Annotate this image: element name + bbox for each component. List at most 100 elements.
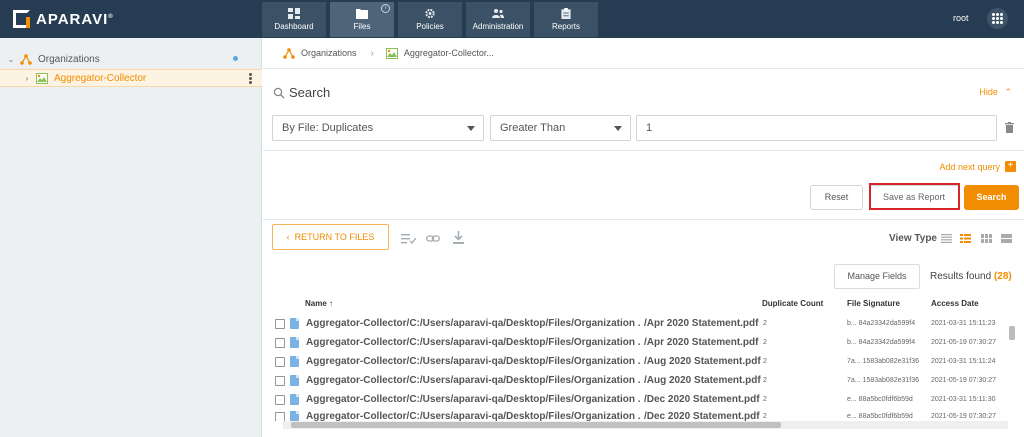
scrollbar-thumb[interactable] (291, 422, 781, 428)
sort-arrow-icon: ↑ (329, 299, 334, 308)
row-checkbox[interactable] (275, 319, 285, 329)
vertical-scrollbar[interactable] (1008, 320, 1016, 420)
hide-search-toggle[interactable]: Hide ⌃ (979, 87, 1012, 98)
chevron-down-icon[interactable]: ⌄ (6, 55, 16, 64)
access-date: 2021-03-31 15:11:30 (931, 396, 996, 403)
tab-policies-label: Policies (416, 22, 444, 31)
more-options-icon[interactable] (249, 73, 252, 84)
file-icon (290, 375, 299, 386)
info-icon[interactable]: i (381, 4, 390, 13)
app-launcher-button[interactable] (987, 8, 1008, 29)
detail-view-icon[interactable] (960, 234, 971, 243)
search-icon (273, 87, 285, 98)
file-signature: 7a... 1583ab082e31f36 (847, 377, 920, 384)
chevron-left-icon: ‹ (286, 232, 290, 242)
row-checkbox[interactable] (275, 412, 285, 421)
chevron-right-icon[interactable]: › (22, 74, 32, 83)
file-name[interactable]: /Apr 2020 Statement.pdf (640, 318, 759, 329)
column-name-label: Name (305, 299, 327, 308)
search-button[interactable]: Search (964, 185, 1019, 210)
current-user[interactable]: root (953, 13, 969, 23)
list-view-icon[interactable] (941, 234, 952, 243)
file-name[interactable]: /Dec 2020 Statement.pdf (640, 394, 760, 405)
operator-value: Greater Than (500, 122, 566, 134)
file-signature: b... 84a23342da599f4 (847, 320, 916, 327)
add-query-label: Add next query (939, 161, 1000, 172)
row-checkbox[interactable] (275, 357, 285, 367)
tab-files[interactable]: Files i (330, 2, 394, 37)
results-count: (28) (993, 271, 1012, 282)
select-list-icon[interactable] (401, 233, 417, 244)
reset-button[interactable]: Reset (810, 185, 863, 210)
duplicate-count: 2 (763, 320, 767, 327)
sidebar-item-aggregator-collector[interactable]: › Aggregator-Collector (0, 69, 262, 87)
tab-administration[interactable]: Administration (466, 2, 530, 37)
aparavi-logo[interactable]: APARAVI® (13, 9, 114, 29)
trash-icon[interactable] (1005, 122, 1014, 133)
column-header-file-signature[interactable]: File Signature (847, 299, 900, 308)
table-row[interactable]: Aggregator-Collector/C:/Users/aparavi-qa… (263, 333, 1008, 352)
sidebar-item-organizations[interactable]: ⌄ Organizations (0, 50, 262, 68)
add-next-query-button[interactable]: Add next query + (939, 161, 1016, 172)
caret-down-icon (614, 126, 622, 131)
tile-view-icon[interactable] (1001, 234, 1012, 243)
sidebar-item-label: Organizations (38, 53, 100, 65)
organization-icon (20, 53, 32, 65)
download-icon[interactable] (453, 231, 464, 244)
tab-dashboard[interactable]: Dashboard (262, 2, 326, 37)
tab-reports[interactable]: Reports (534, 2, 598, 37)
file-signature: e... 88a5bc0fdf6b59d (847, 413, 913, 420)
link-icon[interactable] (426, 233, 440, 244)
scrollbar-thumb[interactable] (1009, 326, 1015, 340)
table-row[interactable]: Aggregator-Collector/C:/Users/aparavi-qa… (263, 314, 1008, 333)
row-checkbox[interactable] (275, 376, 285, 386)
breadcrumb-aggregator-collector[interactable]: Aggregator-Collector... (404, 48, 494, 58)
file-name[interactable]: /Apr 2020 Statement.pdf (640, 337, 759, 348)
search-title: Search (289, 85, 331, 100)
file-name[interactable]: /Aug 2020 Statement.pdf (640, 356, 761, 367)
operator-select[interactable]: Greater Than (490, 115, 631, 141)
value-input[interactable]: 1 (636, 115, 997, 141)
collector-icon (36, 72, 48, 84)
file-name[interactable]: /Aug 2020 Statement.pdf (640, 375, 761, 386)
tab-dashboard-label: Dashboard (274, 22, 314, 31)
column-header-duplicate-count[interactable]: Duplicate Count (762, 299, 823, 308)
dashboard-icon (288, 8, 300, 19)
file-name[interactable]: /Dec 2020 Statement.pdf (640, 411, 760, 421)
access-date: 2021-03-31 15:11:23 (931, 320, 996, 327)
tab-policies[interactable]: Policies (398, 2, 462, 37)
main-content: Organizations › Aggregator-Collector... … (263, 38, 1024, 437)
table-row[interactable]: Aggregator-Collector/C:/Users/aparavi-qa… (263, 352, 1008, 371)
column-header-name[interactable]: Name ↑ (305, 299, 333, 308)
brand-trademark: ® (108, 13, 114, 20)
organization-icon (283, 47, 295, 59)
highlight-frame (869, 183, 960, 210)
status-dot-icon (233, 56, 238, 61)
sidebar-item-label: Aggregator-Collector (54, 72, 147, 84)
table-row[interactable]: Aggregator-Collector/C:/Users/aparavi-qa… (263, 407, 1008, 421)
breadcrumb-organizations[interactable]: Organizations (301, 48, 357, 58)
file-icon (290, 411, 299, 421)
users-icon (492, 9, 504, 18)
column-header-access-date[interactable]: Access Date (931, 299, 979, 308)
file-signature: e... 88a5bc0fdf6b59d (847, 396, 913, 403)
results-label: Results found (930, 271, 992, 282)
row-checkbox[interactable] (275, 338, 285, 348)
access-date: 2021-05-19 07:30:27 (931, 339, 996, 346)
table-row[interactable]: Aggregator-Collector/C:/Users/aparavi-qa… (263, 371, 1008, 390)
return-to-files-button[interactable]: ‹ RETURN TO FILES (272, 224, 389, 250)
gear-icon (425, 8, 435, 19)
grid-view-icon[interactable] (981, 234, 992, 243)
filter-field-select[interactable]: By File: Duplicates (272, 115, 484, 141)
collector-icon (385, 47, 398, 59)
manage-fields-button[interactable]: Manage Fields (834, 264, 920, 289)
file-icon (290, 394, 299, 405)
caret-down-icon (467, 126, 475, 131)
duplicate-count: 2 (763, 339, 767, 346)
brand-name: APARAVI (36, 10, 109, 28)
access-date: 2021-05-19 07:30:27 (931, 377, 996, 384)
row-checkbox[interactable] (275, 395, 285, 405)
results-found: Results found (28) (930, 271, 1012, 282)
horizontal-scrollbar[interactable] (283, 421, 1008, 429)
view-type-label: View Type (889, 233, 937, 244)
